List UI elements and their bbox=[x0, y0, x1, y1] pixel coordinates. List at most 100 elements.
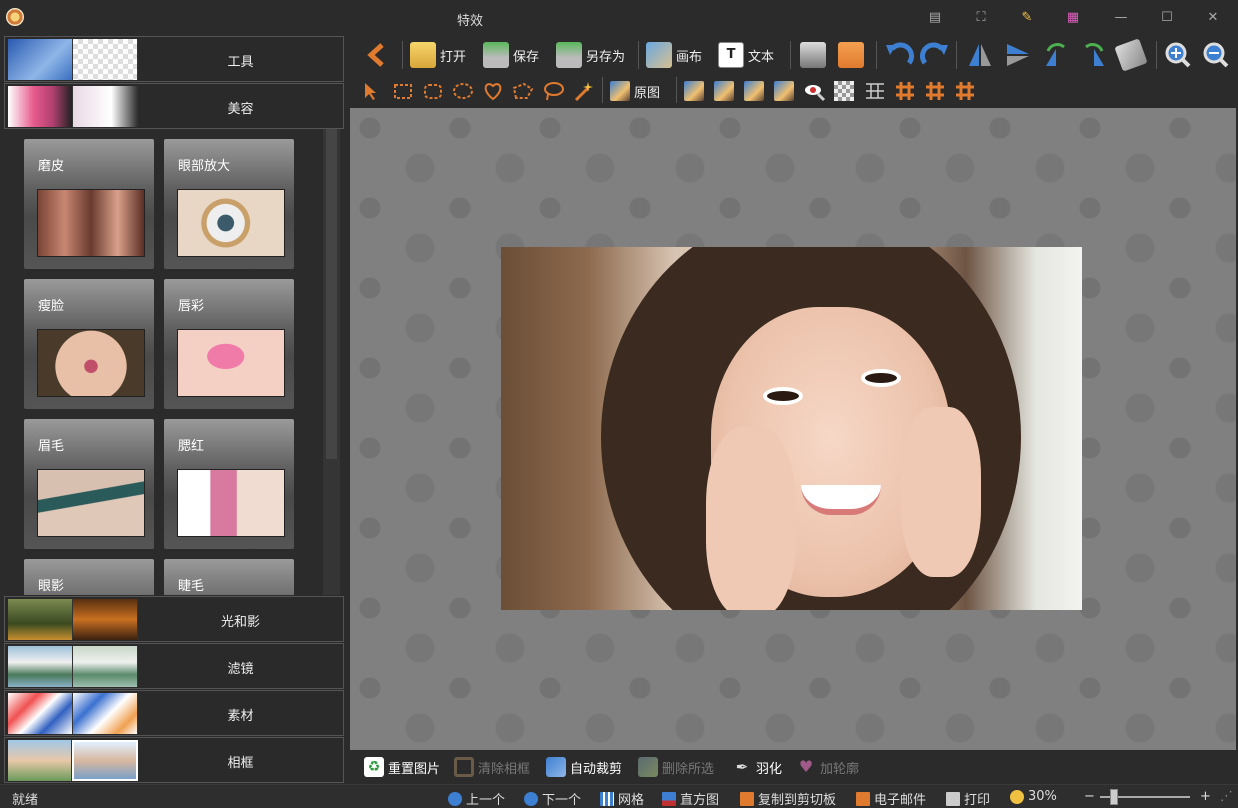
original-image-button[interactable]: 原图 bbox=[610, 76, 660, 106]
transparency-tool[interactable] bbox=[834, 76, 854, 106]
save-as-label: 另存为 bbox=[586, 49, 626, 65]
magic-wand-tool[interactable] bbox=[572, 76, 594, 106]
ellipse-select-tool[interactable] bbox=[452, 76, 474, 106]
histogram-toggle[interactable]: 直方图 bbox=[662, 789, 719, 808]
auto-crop-button[interactable]: 自动裁剪 bbox=[546, 756, 622, 778]
copy-clipboard-button[interactable]: 复制到剪切板 bbox=[740, 789, 836, 808]
zoom-minus-button[interactable]: − bbox=[1084, 789, 1095, 804]
undo-button[interactable] bbox=[884, 40, 914, 70]
rect-select-tool[interactable] bbox=[392, 76, 414, 106]
effect-tool-2[interactable] bbox=[714, 76, 734, 106]
minimize-button[interactable]: — bbox=[1108, 8, 1134, 28]
rotate-free-button[interactable] bbox=[1114, 38, 1148, 72]
print-button[interactable]: 打印 bbox=[946, 789, 990, 808]
hash-tool-2[interactable] bbox=[924, 76, 946, 106]
back-button[interactable] bbox=[364, 40, 390, 70]
category-light-shadow[interactable]: 光和影 bbox=[4, 596, 344, 642]
rounded-rect-select-tool[interactable] bbox=[422, 76, 444, 106]
tile-skin-smoothing[interactable]: 磨皮 bbox=[24, 139, 154, 269]
tile-lip-color[interactable]: 唇彩 bbox=[164, 279, 294, 409]
tile-slim-face[interactable]: 瘦脸 bbox=[24, 279, 154, 409]
category-thumbnail bbox=[8, 39, 138, 80]
tile-eyebrow[interactable]: 眉毛 bbox=[24, 419, 154, 549]
lasso-select-tool[interactable] bbox=[542, 76, 564, 106]
clear-frame-button[interactable]: 清除相框 bbox=[454, 756, 530, 778]
document-icon[interactable]: ▤ bbox=[922, 8, 948, 28]
tile-blush[interactable]: 腮红 bbox=[164, 419, 294, 549]
grid-tool[interactable] bbox=[864, 76, 886, 106]
tile-eyeshadow[interactable]: 眼影 bbox=[24, 559, 154, 595]
rotate-left-button[interactable] bbox=[1042, 40, 1070, 70]
redo-button[interactable] bbox=[920, 40, 950, 70]
effect-tool-3[interactable] bbox=[744, 76, 764, 106]
polygon-select-tool[interactable] bbox=[512, 76, 534, 106]
grid-toggle[interactable]: 网格 bbox=[600, 789, 644, 808]
add-outline-button[interactable]: ♥ 加轮廓 bbox=[796, 756, 859, 778]
image-effect-icon bbox=[744, 81, 764, 101]
add-outline-label: 加轮廓 bbox=[820, 761, 860, 777]
zoom-indicator: 30% bbox=[1010, 789, 1057, 804]
tile-image bbox=[177, 329, 285, 397]
zoom-out-button[interactable] bbox=[1202, 40, 1230, 70]
recycle-icon: ♻ bbox=[364, 757, 384, 777]
save-as-button[interactable]: 另存为 bbox=[556, 40, 625, 70]
pencil-icon[interactable]: ✎ bbox=[1014, 8, 1040, 28]
zoom-slider-knob[interactable] bbox=[1110, 789, 1118, 805]
next-button[interactable]: 下一个 bbox=[524, 789, 581, 808]
category-label: 素材 bbox=[227, 709, 254, 724]
zoom-in-button[interactable] bbox=[1164, 40, 1192, 70]
tiles-scrollbar[interactable] bbox=[323, 129, 340, 595]
envelope-icon bbox=[838, 42, 864, 68]
hash-tool-1[interactable] bbox=[894, 76, 916, 106]
resize-grip-icon[interactable]: ⋰ bbox=[1220, 789, 1233, 804]
text-button[interactable]: T 文本 bbox=[718, 40, 774, 70]
image-effect-icon bbox=[684, 81, 704, 101]
rotate-right-button[interactable] bbox=[1080, 40, 1108, 70]
email-button[interactable]: 电子邮件 bbox=[856, 789, 926, 808]
previous-button[interactable]: 上一个 bbox=[448, 789, 505, 808]
action-bar: ♻ 重置图片 清除相框 自动裁剪 删除所选 ✒ 羽化 ♥ 加轮廓 bbox=[350, 750, 1236, 784]
feather-button[interactable]: ✒ 羽化 bbox=[732, 756, 782, 778]
main-toolbar: 打开 保存 另存为 画布 T 文本 bbox=[350, 36, 1238, 74]
tile-eye-enlarge[interactable]: 眼部放大 bbox=[164, 139, 294, 269]
printer-icon bbox=[946, 791, 960, 806]
open-button[interactable]: 打开 bbox=[410, 40, 466, 70]
maximize-button[interactable]: ☐ bbox=[1154, 8, 1180, 28]
ellipse-select-icon bbox=[453, 83, 473, 99]
email-toolbar-button[interactable] bbox=[838, 40, 868, 70]
next-arrow-icon bbox=[524, 791, 538, 806]
delete-selection-button[interactable]: 删除所选 bbox=[638, 756, 714, 778]
previous-label: 上一个 bbox=[466, 793, 506, 808]
flip-horizontal-button[interactable] bbox=[966, 40, 994, 70]
category-thumbnail bbox=[8, 599, 138, 640]
scrollbar-thumb[interactable] bbox=[326, 129, 337, 459]
close-button[interactable]: ✕ bbox=[1200, 8, 1226, 28]
pointer-tool[interactable] bbox=[360, 76, 382, 106]
image-canvas[interactable] bbox=[350, 108, 1236, 750]
category-filters[interactable]: 滤镜 bbox=[4, 643, 344, 689]
canvas-button[interactable]: 画布 bbox=[646, 40, 702, 70]
color-palette-icon[interactable]: ▦ bbox=[1060, 8, 1086, 28]
heart-select-tool[interactable] bbox=[482, 76, 504, 106]
printer-icon bbox=[800, 42, 826, 68]
category-frames[interactable]: 相框 bbox=[4, 737, 344, 783]
category-tools[interactable]: 工具 bbox=[4, 36, 344, 82]
print-toolbar-button[interactable] bbox=[800, 40, 830, 70]
flip-vertical-button[interactable] bbox=[1004, 40, 1032, 70]
effect-tool-1[interactable] bbox=[684, 76, 704, 106]
effect-tool-4[interactable] bbox=[774, 76, 794, 106]
red-eye-tool[interactable] bbox=[804, 76, 826, 106]
category-thumbnail bbox=[8, 693, 138, 734]
tile-eyelash[interactable]: 睫毛 bbox=[164, 559, 294, 595]
reset-image-button[interactable]: ♻ 重置图片 bbox=[364, 756, 440, 778]
category-materials[interactable]: 素材 bbox=[4, 690, 344, 736]
status-text: 就绪 bbox=[12, 793, 39, 808]
zoom-plus-button[interactable]: + bbox=[1200, 789, 1211, 804]
category-beauty[interactable]: 美容 bbox=[4, 83, 344, 129]
hash-tool-3[interactable] bbox=[954, 76, 976, 106]
save-button[interactable]: 保存 bbox=[483, 40, 539, 70]
tile-label: 眼影 bbox=[38, 579, 65, 594]
fullscreen-icon[interactable]: ⛶ bbox=[968, 8, 994, 28]
edited-photo[interactable] bbox=[501, 247, 1082, 610]
tile-label: 瘦脸 bbox=[38, 299, 65, 314]
